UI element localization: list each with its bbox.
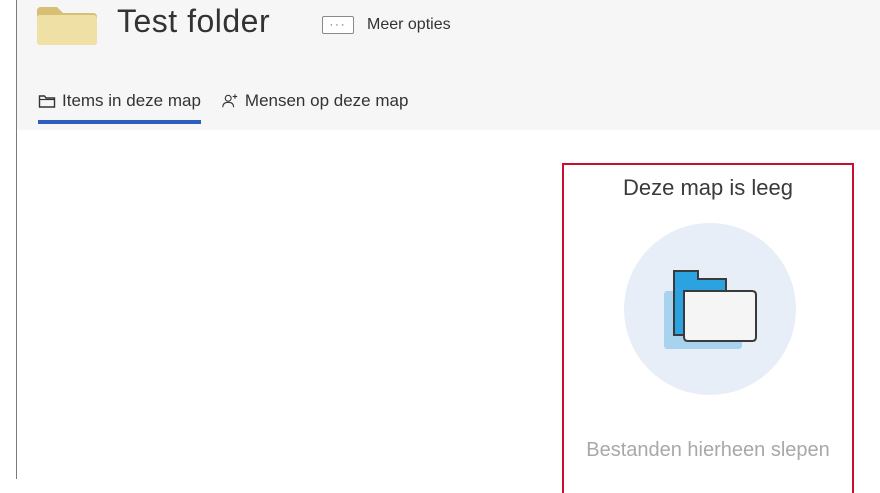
tab-people-on-folder[interactable]: Mensen op deze map	[221, 84, 409, 118]
empty-folder-icon	[664, 270, 757, 349]
add-person-icon	[221, 92, 239, 110]
drag-files-hint: Bestanden hierheen slepen	[586, 439, 830, 461]
tab-people-label: Mensen op deze map	[244, 91, 409, 110]
empty-folder-dropzone[interactable]: Deze map is leeg Bestanden hierheen slep…	[562, 163, 854, 493]
page-title: Test folder	[117, 3, 271, 39]
folder-tabs: Items in deze map Mensen op deze map	[38, 84, 408, 124]
ellipsis-icon: ···	[322, 16, 354, 34]
more-options-button[interactable]: ··· Meer opties	[322, 14, 451, 36]
empty-state-title: Deze map is leeg	[623, 175, 793, 200]
tab-items-label: Items in deze map	[62, 91, 201, 110]
folder-icon	[37, 7, 97, 45]
folder-outline-icon	[38, 92, 56, 110]
folder-header: Test folder ··· Meer opties Items in dez…	[17, 0, 880, 130]
more-options-label: Meer opties	[367, 16, 451, 33]
tab-items-in-folder[interactable]: Items in deze map	[38, 84, 201, 124]
